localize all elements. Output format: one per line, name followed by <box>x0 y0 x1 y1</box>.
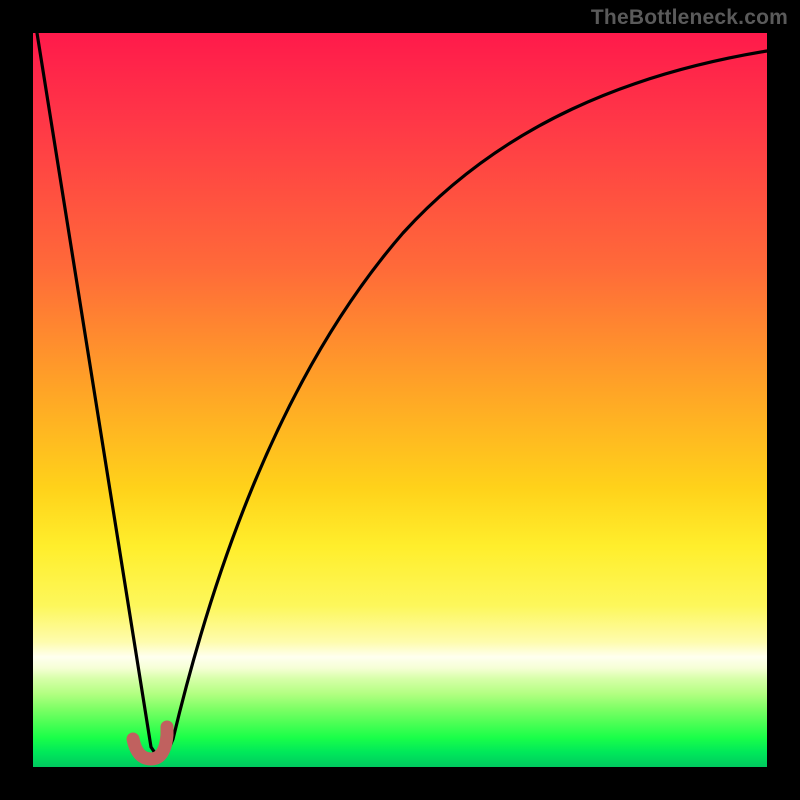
chart-frame: TheBottleneck.com <box>0 0 800 800</box>
bottleneck-curve <box>37 33 767 757</box>
watermark-text: TheBottleneck.com <box>591 6 788 30</box>
curve-layer <box>33 33 767 767</box>
